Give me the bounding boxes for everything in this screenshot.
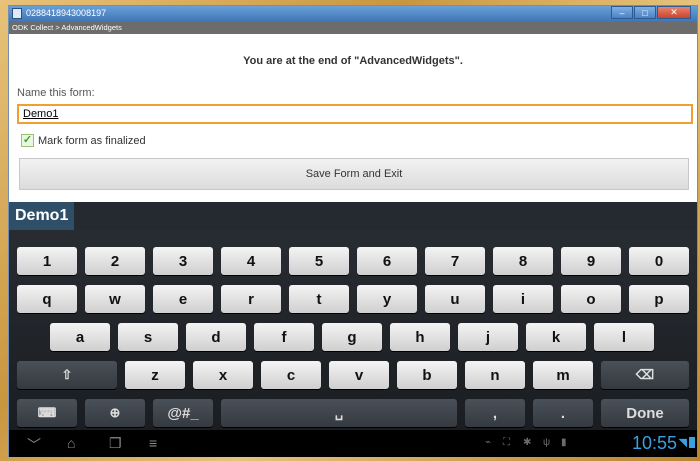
- key-g[interactable]: g: [322, 323, 382, 351]
- usb-icon: ⌁: [485, 437, 492, 448]
- key-8[interactable]: 8: [493, 247, 553, 275]
- key-s[interactable]: s: [118, 323, 178, 351]
- key-7[interactable]: 7: [425, 247, 485, 275]
- comma-key[interactable]: ,: [465, 399, 525, 427]
- system-navigation-bar: ﹀ ⌂ ❐ ≡ ⌁ ⛶ ✱ ψ ▮ 10:55 ◥: [9, 430, 697, 457]
- window-title: 0288418943008197: [26, 8, 107, 18]
- key-q[interactable]: q: [17, 285, 77, 313]
- key-c[interactable]: c: [261, 361, 321, 389]
- key-9[interactable]: 9: [561, 247, 621, 275]
- period-key[interactable]: .: [533, 399, 593, 427]
- android-debug-icon: ✱: [523, 437, 532, 448]
- menu-icon[interactable]: ≡: [149, 435, 157, 451]
- key-m[interactable]: m: [533, 361, 593, 389]
- screenshot-icon: ⛶: [503, 437, 510, 448]
- key-r[interactable]: r: [221, 285, 281, 313]
- recent-apps-icon[interactable]: ❐: [109, 435, 122, 452]
- keyboard-icon: ⌨: [37, 405, 57, 420]
- space-bar-icon: ␣: [334, 405, 344, 420]
- candidate-bar: Demo1: [9, 202, 697, 230]
- key-e[interactable]: e: [153, 285, 213, 313]
- usb-connected-icon: ψ: [543, 437, 551, 448]
- space-key[interactable]: ␣: [221, 399, 457, 427]
- key-0[interactable]: 0: [629, 247, 689, 275]
- app-title-bar: ODK Collect > AdvancedWidgets: [9, 22, 697, 34]
- finalize-label: Mark form as finalized: [38, 134, 146, 147]
- key-o[interactable]: o: [561, 285, 621, 313]
- form-name-input[interactable]: Demo1: [17, 104, 693, 124]
- key-b[interactable]: b: [397, 361, 457, 389]
- form-end-screen: You are at the end of "AdvancedWidgets".…: [9, 34, 697, 202]
- close-button[interactable]: ✕: [657, 6, 691, 19]
- sd-card-icon: ▮: [561, 437, 567, 448]
- form-name-value: Demo1: [23, 108, 59, 120]
- key-4[interactable]: 4: [221, 247, 281, 275]
- form-name-label: Name this form:: [17, 87, 95, 99]
- emulator-window: 0288418943008197 – □ ✕ ODK Collect > Adv…: [8, 5, 698, 457]
- symbols-key[interactable]: @#_: [153, 399, 213, 427]
- backspace-key[interactable]: ⌫: [601, 361, 689, 389]
- finalize-checkbox-row[interactable]: ✓ Mark form as finalized: [21, 134, 146, 147]
- candidate-suggestion[interactable]: Demo1: [9, 202, 75, 230]
- window-titlebar[interactable]: 0288418943008197 – □ ✕: [9, 6, 697, 22]
- key-d[interactable]: d: [186, 323, 246, 351]
- soft-keyboard: Demo1 1 2 3 4 5 6 7 8 9 0 q w e r t y u …: [9, 202, 697, 430]
- globe-icon: ⊕: [109, 405, 121, 420]
- battery-icon: [689, 437, 695, 448]
- key-i[interactable]: i: [493, 285, 553, 313]
- key-1[interactable]: 1: [17, 247, 77, 275]
- end-of-form-message: You are at the end of "AdvancedWidgets".: [243, 55, 463, 67]
- save-form-and-exit-button[interactable]: Save Form and Exit: [19, 158, 689, 190]
- maximize-button[interactable]: □: [634, 6, 656, 19]
- key-h[interactable]: h: [390, 323, 450, 351]
- shift-key[interactable]: ⇧: [17, 361, 117, 389]
- keyboard-settings-key[interactable]: ⌨: [17, 399, 77, 427]
- key-y[interactable]: y: [357, 285, 417, 313]
- key-w[interactable]: w: [85, 285, 145, 313]
- status-clock: 10:55: [631, 433, 677, 453]
- key-u[interactable]: u: [425, 285, 485, 313]
- key-f[interactable]: f: [254, 323, 314, 351]
- wifi-icon: ◥: [678, 437, 687, 449]
- key-t[interactable]: t: [289, 285, 349, 313]
- key-n[interactable]: n: [465, 361, 525, 389]
- key-5[interactable]: 5: [289, 247, 349, 275]
- key-p[interactable]: p: [629, 285, 689, 313]
- home-icon[interactable]: ⌂: [67, 435, 75, 451]
- language-key[interactable]: ⊕: [85, 399, 145, 427]
- key-l[interactable]: l: [594, 323, 654, 351]
- emulator-app-icon: [12, 8, 22, 19]
- minimize-button[interactable]: –: [611, 6, 633, 19]
- backspace-icon: ⌫: [635, 367, 655, 382]
- key-j[interactable]: j: [458, 323, 518, 351]
- window-controls: – □ ✕: [611, 6, 691, 19]
- key-v[interactable]: v: [329, 361, 389, 389]
- key-x[interactable]: x: [193, 361, 253, 389]
- key-2[interactable]: 2: [85, 247, 145, 275]
- key-a[interactable]: a: [50, 323, 110, 351]
- back-icon[interactable]: ﹀: [27, 435, 41, 455]
- key-3[interactable]: 3: [153, 247, 213, 275]
- shift-icon: ⇧: [61, 367, 73, 382]
- key-6[interactable]: 6: [357, 247, 417, 275]
- key-z[interactable]: z: [125, 361, 185, 389]
- done-key[interactable]: Done: [601, 399, 689, 427]
- key-k[interactable]: k: [526, 323, 586, 351]
- finalize-checkbox[interactable]: ✓: [21, 134, 34, 147]
